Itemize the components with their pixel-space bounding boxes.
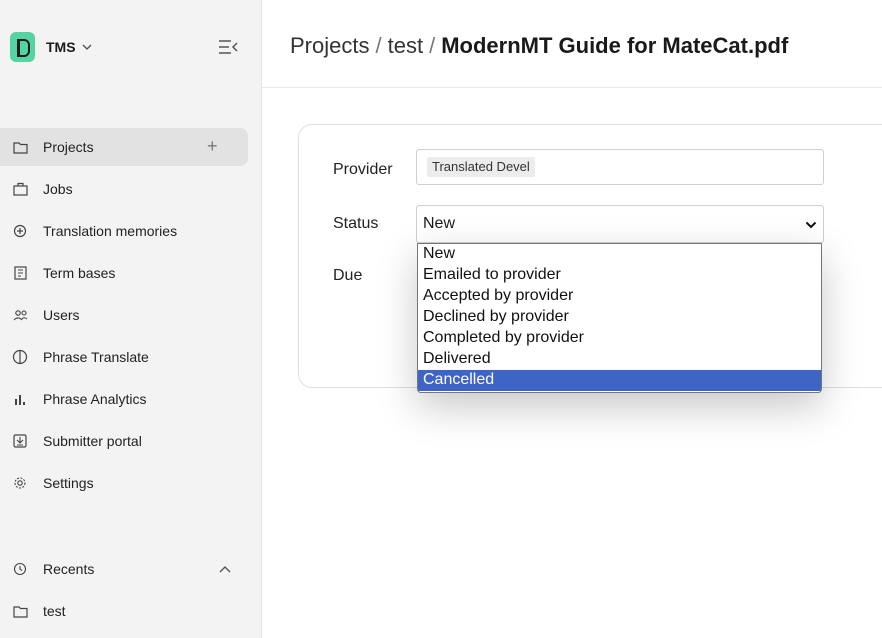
status-select[interactable]: New xyxy=(416,205,824,243)
gear-icon xyxy=(12,475,28,491)
sidebar-item-submitter-portal[interactable]: Submitter portal xyxy=(0,422,248,460)
sidebar-item-phrase-analytics[interactable]: Phrase Analytics xyxy=(0,380,248,418)
provider-chip[interactable]: Translated Devel xyxy=(427,157,535,177)
status-selected-value: New xyxy=(423,215,456,232)
breadcrumb-projects[interactable]: Projects xyxy=(290,33,369,58)
sidebar-item-label: Settings xyxy=(43,475,94,491)
collapse-sidebar-icon[interactable] xyxy=(218,39,238,55)
breadcrumb-test[interactable]: test xyxy=(388,33,423,58)
chevron-down-icon xyxy=(82,44,92,50)
sidebar-item-phrase-translate[interactable]: Phrase Translate xyxy=(0,338,248,376)
users-icon xyxy=(12,307,28,323)
status-label: Status xyxy=(333,215,379,232)
status-dropdown-list: New Emailed to provider Accepted by prov… xyxy=(417,243,822,393)
folder-icon xyxy=(12,139,28,155)
recent-item-test[interactable]: test xyxy=(0,592,248,630)
sidebar-item-term-bases[interactable]: Term bases xyxy=(0,254,248,292)
phrase-logo-icon xyxy=(10,32,35,62)
breadcrumb-separator: / xyxy=(375,33,382,58)
page-header: Projects / test / ModernMT Guide for MateCat… xyxy=(262,0,882,88)
recents-section: Recents test xyxy=(0,550,262,634)
sidebar-item-label: Term bases xyxy=(43,265,116,281)
provider-field[interactable]: Translated Devel xyxy=(416,149,824,185)
provider-label: Provider xyxy=(333,161,393,178)
book-icon xyxy=(12,265,28,281)
status-option-accepted[interactable]: Accepted by provider xyxy=(418,286,821,307)
sidebar-item-label: Projects xyxy=(43,139,94,155)
chevron-up-icon[interactable] xyxy=(218,563,232,575)
add-project-button[interactable]: + xyxy=(207,137,218,155)
brand-switcher[interactable]: TMS xyxy=(10,31,93,63)
sidebar-item-jobs[interactable]: Jobs xyxy=(0,170,248,208)
chevron-down-icon xyxy=(805,221,817,229)
sidebar-nav: Projects + Jobs Translation memories Ter… xyxy=(0,128,262,506)
sidebar-item-label: Submitter portal xyxy=(43,433,142,449)
folder-icon xyxy=(12,603,28,619)
history-icon xyxy=(12,561,28,577)
recents-toggle[interactable]: Recents xyxy=(0,550,248,588)
sidebar: TMS Projects + Jobs Translation memories… xyxy=(0,0,262,638)
sidebar-item-users[interactable]: Users xyxy=(0,296,248,334)
sidebar-item-projects[interactable]: Projects + xyxy=(0,128,248,166)
recent-item-label: test xyxy=(43,603,66,619)
status-option-cancelled[interactable]: Cancelled xyxy=(418,370,821,391)
sidebar-item-label: Phrase Analytics xyxy=(43,391,147,407)
sidebar-item-settings[interactable]: Settings xyxy=(0,464,248,502)
sidebar-item-label: Phrase Translate xyxy=(43,349,149,365)
breadcrumb: Projects / test / ModernMT Guide for MateCat… xyxy=(290,33,788,59)
status-option-emailed[interactable]: Emailed to provider xyxy=(418,265,821,286)
brain-icon xyxy=(12,349,28,365)
analytics-icon xyxy=(12,391,28,407)
status-option-completed[interactable]: Completed by provider xyxy=(418,328,821,349)
breadcrumb-separator: / xyxy=(429,33,436,58)
status-option-declined[interactable]: Declined by provider xyxy=(418,307,821,328)
sidebar-item-translation-memories[interactable]: Translation memories xyxy=(0,212,248,250)
recents-label: Recents xyxy=(43,561,95,577)
status-option-delivered[interactable]: Delivered xyxy=(418,349,821,370)
briefcase-icon xyxy=(12,181,28,197)
brand-name: TMS xyxy=(46,39,76,55)
sidebar-item-label: Jobs xyxy=(43,181,73,197)
sidebar-item-label: Translation memories xyxy=(43,223,178,239)
status-option-new[interactable]: New xyxy=(418,244,821,265)
due-label: Due xyxy=(333,267,363,284)
breadcrumb-current: ModernMT Guide for MateCat.pdf xyxy=(441,33,789,58)
database-icon xyxy=(12,223,28,239)
portal-icon xyxy=(12,433,28,449)
sidebar-item-label: Users xyxy=(43,307,80,323)
